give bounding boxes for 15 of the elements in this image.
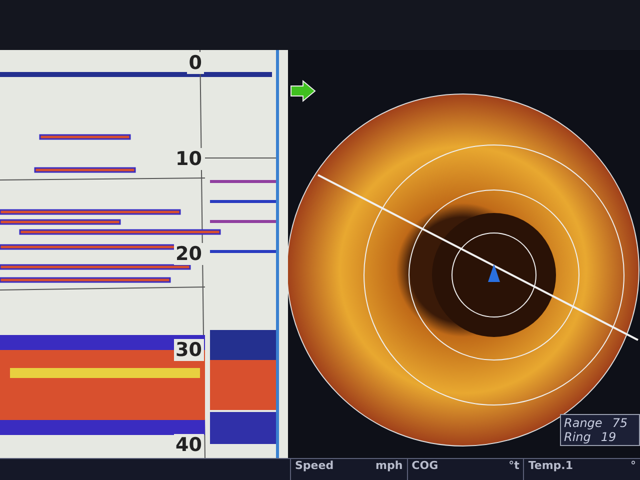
info-label: Range — [564, 416, 602, 430]
depth-label: 20 — [174, 243, 204, 265]
unit-label: ° — [630, 459, 636, 472]
info-label: Ring — [564, 430, 591, 444]
status-label: Speed — [295, 459, 334, 472]
info-value: 75 — [612, 416, 628, 430]
arrow-icon — [290, 80, 316, 102]
depth-label: 0 — [186, 52, 204, 74]
status-label: COG — [412, 459, 438, 472]
status-label: Temp.1 — [528, 459, 574, 472]
boat-icon — [488, 264, 500, 282]
info-value: 19 — [600, 430, 616, 444]
depth-label: 30 — [174, 338, 204, 360]
unit-label: °t — [508, 459, 520, 472]
unit-label: mph — [376, 459, 403, 472]
